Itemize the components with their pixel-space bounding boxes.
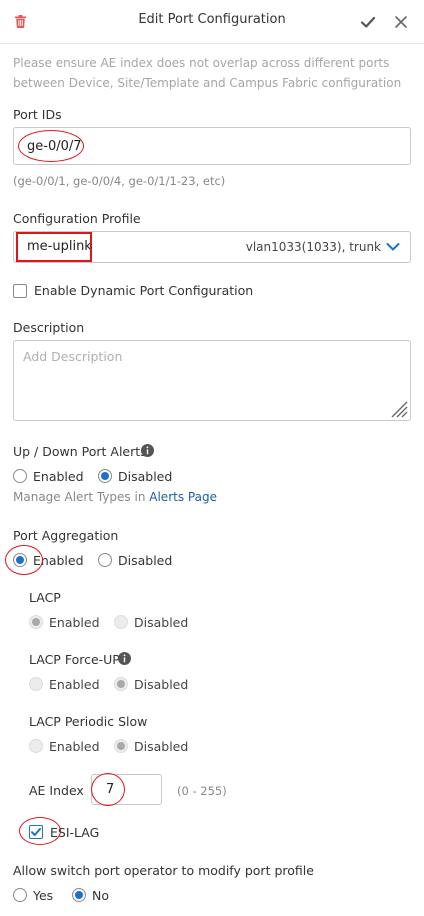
allow-modify-no-label: No <box>92 888 109 903</box>
aggregation-enabled-label: Enabled <box>33 553 84 568</box>
periodic-slow-enabled-label: Enabled <box>49 739 100 754</box>
description-label: Description <box>13 320 85 335</box>
aggregation-disabled-label: Disabled <box>118 553 173 568</box>
aggregation-disabled-radio[interactable] <box>98 553 112 567</box>
port-ids-input[interactable]: ge-0/0/7 <box>13 127 411 165</box>
force-up-disabled-radio[interactable] <box>114 677 128 691</box>
alerts-disabled-radio[interactable] <box>98 469 112 483</box>
allow-modify-no-radio[interactable] <box>72 888 86 902</box>
manage-alerts-text: Manage Alert Types in Alerts Page <box>13 490 217 504</box>
alerts-page-link[interactable]: Alerts Page <box>149 490 217 504</box>
port-alerts-label: Up / Down Port Alerts <box>13 444 147 459</box>
close-icon[interactable] <box>393 14 409 30</box>
ae-index-label: AE Index <box>29 783 84 798</box>
lacp-enabled-radio[interactable] <box>29 615 43 629</box>
allow-modify-yes-label: Yes <box>33 888 54 903</box>
alerts-enabled-radio[interactable] <box>13 469 27 483</box>
chevron-down-icon[interactable] <box>386 242 400 252</box>
port-ids-value: ge-0/0/7 <box>27 139 82 154</box>
config-profile-detail: vlan1033(1033), trunk <box>245 240 381 254</box>
manage-alerts-prefix: Manage Alert Types in <box>13 490 146 504</box>
aggregation-enabled-radio[interactable] <box>13 553 27 567</box>
force-up-disabled-label: Disabled <box>134 677 189 692</box>
esi-lag-label: ESI-LAG <box>50 825 100 840</box>
info-icon[interactable] <box>141 444 154 457</box>
allow-modify-label: Allow switch port operator to modify por… <box>13 863 314 878</box>
allow-modify-yes-radio[interactable] <box>13 888 27 902</box>
ae-index-value: 7 <box>106 782 115 797</box>
checkmark-icon <box>31 828 41 836</box>
port-ids-label: Port IDs <box>13 107 62 122</box>
lacp-disabled-radio[interactable] <box>114 615 128 629</box>
config-profile-label: Configuration Profile <box>13 211 141 226</box>
lacp-enabled-label: Enabled <box>49 615 100 630</box>
dynamic-port-checkbox[interactable] <box>13 284 27 298</box>
ae-index-range: (0 - 255) <box>177 784 227 798</box>
description-placeholder: Add Description <box>23 349 123 364</box>
lacp-disabled-label: Disabled <box>134 615 189 630</box>
port-ids-hint: (ge-0/0/1, ge-0/0/4, ge-0/1/1-23, etc) <box>13 174 226 188</box>
esi-lag-checkbox[interactable] <box>29 825 43 839</box>
alerts-enabled-label: Enabled <box>33 469 84 484</box>
description-textarea[interactable]: Add Description <box>13 340 411 421</box>
lacp-periodic-slow-label: LACP Periodic Slow <box>29 714 148 729</box>
alerts-disabled-label: Disabled <box>118 469 173 484</box>
periodic-slow-enabled-radio[interactable] <box>29 739 43 753</box>
port-aggregation-label: Port Aggregation <box>13 528 119 543</box>
ae-index-input[interactable]: 7 <box>91 774 162 805</box>
force-up-enabled-label: Enabled <box>49 677 100 692</box>
dialog-header: Edit Port Configuration <box>0 0 424 44</box>
dynamic-port-label: Enable Dynamic Port Configuration <box>34 283 254 298</box>
lacp-label: LACP <box>29 590 61 605</box>
check-icon[interactable] <box>360 14 376 30</box>
overlap-warning-note: Please ensure AE index does not overlap … <box>13 56 402 90</box>
config-profile-value: me-uplink <box>27 239 92 254</box>
periodic-slow-disabled-label: Disabled <box>134 739 189 754</box>
periodic-slow-disabled-radio[interactable] <box>114 739 128 753</box>
lacp-force-up-label: LACP Force-UP <box>29 652 120 667</box>
info-icon[interactable] <box>118 652 131 665</box>
resize-grip-icon[interactable] <box>388 398 408 418</box>
config-profile-select[interactable]: me-uplink vlan1033(1033), trunk <box>13 231 411 263</box>
force-up-enabled-radio[interactable] <box>29 677 43 691</box>
